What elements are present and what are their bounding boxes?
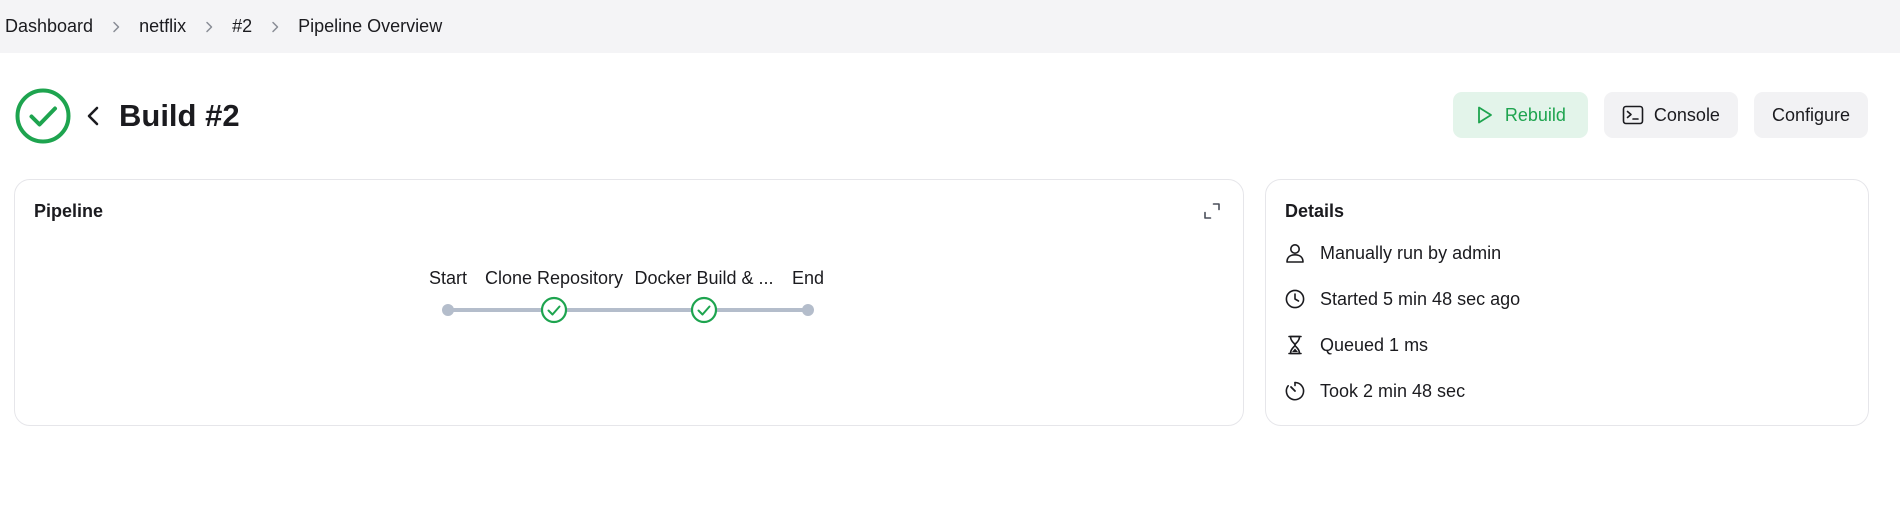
clock-icon xyxy=(1285,289,1305,309)
chevron-left-icon[interactable] xyxy=(83,105,105,127)
breadcrumb-build[interactable]: #2 xyxy=(232,16,252,37)
stage-node-docker-build[interactable] xyxy=(690,296,718,324)
detail-took-text: Took 2 min 48 sec xyxy=(1320,380,1466,401)
detail-row-took: Took 2 min 48 sec xyxy=(1284,380,1465,402)
details-card: Details Manually run by admin Started 5 … xyxy=(1265,179,1869,426)
chevron-right-icon xyxy=(269,21,281,33)
detail-queued-text: Queued 1 ms xyxy=(1320,334,1429,355)
check-circle-icon xyxy=(15,88,71,144)
header-actions: Rebuild Console Configure xyxy=(1452,92,1868,138)
chevron-right-icon xyxy=(203,21,215,33)
terminal-icon xyxy=(1622,105,1644,125)
play-icon xyxy=(1477,106,1492,124)
configure-label: Configure xyxy=(1771,104,1850,125)
page-title: Build #2 xyxy=(119,98,240,133)
detail-started-text: Started 5 min 48 sec ago xyxy=(1320,288,1521,309)
rebuild-label: Rebuild xyxy=(1504,104,1566,125)
hourglass-icon xyxy=(1288,335,1302,355)
timer-icon xyxy=(1285,381,1305,401)
rebuild-button[interactable]: Rebuild xyxy=(1452,92,1588,138)
pipeline-end-node xyxy=(802,304,814,316)
breadcrumb-pipeline-overview: Pipeline Overview xyxy=(298,16,443,36)
configure-button[interactable]: Configure xyxy=(1753,92,1868,138)
pipeline-start-node xyxy=(442,304,454,316)
detail-run-by-text: Manually run by admin xyxy=(1320,242,1502,263)
detail-row-started: Started 5 min 48 sec ago xyxy=(1284,288,1520,310)
chevron-right-icon xyxy=(110,21,122,33)
detail-row-queued: Queued 1 ms xyxy=(1284,334,1428,356)
detail-row-run-by: Manually run by admin xyxy=(1284,242,1501,264)
console-button[interactable]: Console xyxy=(1603,92,1738,138)
breadcrumb-netflix[interactable]: netflix xyxy=(139,16,186,37)
console-label: Console xyxy=(1653,104,1720,125)
details-title: Details xyxy=(1285,201,1345,221)
page-header: Build #2 xyxy=(15,88,240,144)
stage-node-clone-repository[interactable] xyxy=(540,296,568,324)
pipeline-graph xyxy=(442,296,814,324)
breadcrumb: Dashboard netflix #2 Pipeline Overview xyxy=(0,0,1900,53)
person-icon xyxy=(1286,244,1304,263)
pipeline-card: Pipeline Start Clone Repository Docker B… xyxy=(14,179,1244,426)
breadcrumb-dashboard[interactable]: Dashboard xyxy=(5,16,93,37)
